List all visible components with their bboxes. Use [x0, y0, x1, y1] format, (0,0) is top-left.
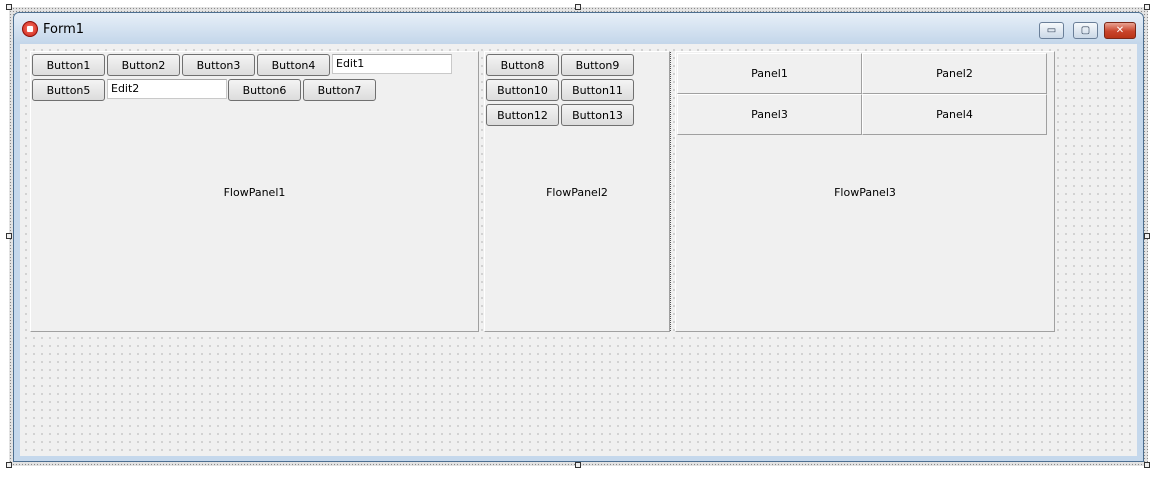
resize-handle-top-right[interactable] — [1144, 4, 1150, 10]
panel-4[interactable]: Panel4 — [862, 94, 1047, 135]
resize-handle-top-left[interactable] — [6, 4, 12, 10]
button-6[interactable]: Button6 — [228, 79, 301, 101]
form-client-area[interactable]: Button1 Button2 Button3 Button4 Edit1 Bu… — [20, 44, 1137, 456]
maximize-button[interactable]: ▢ — [1073, 22, 1098, 39]
edit-1[interactable]: Edit1 — [332, 54, 452, 74]
window-title: Form1 — [43, 22, 85, 37]
flowpanel-3-caption: FlowPanel3 — [834, 186, 896, 199]
app-icon[interactable] — [22, 21, 38, 37]
minimize-button[interactable]: ▭ — [1039, 22, 1064, 39]
flowpanel-1-caption: FlowPanel1 — [223, 186, 286, 199]
button-8[interactable]: Button8 — [486, 54, 559, 76]
flowpanel-2-edge — [670, 52, 671, 331]
button-10[interactable]: Button10 — [486, 79, 559, 101]
panel-2[interactable]: Panel2 — [862, 53, 1047, 94]
button-5[interactable]: Button5 — [32, 79, 105, 101]
button-7[interactable]: Button7 — [303, 79, 376, 101]
button-2[interactable]: Button2 — [107, 54, 180, 76]
minimize-icon: ▭ — [1046, 24, 1057, 36]
resize-handle-bottom-left[interactable] — [6, 462, 12, 468]
button-12[interactable]: Button12 — [486, 104, 559, 126]
resize-handle-bottom-right[interactable] — [1144, 462, 1150, 468]
flowpanel-1[interactable]: Button1 Button2 Button3 Button4 Edit1 Bu… — [30, 51, 479, 332]
title-bar[interactable]: Form1 ▭ ▢ ✕ — [14, 13, 1143, 44]
flowpanel-2-caption: FlowPanel2 — [546, 186, 608, 199]
button-13[interactable]: Button13 — [561, 104, 634, 126]
form-window: Form1 ▭ ▢ ✕ Button1 Button2 Button3 Butt… — [13, 12, 1144, 462]
edit-2[interactable]: Edit2 — [107, 79, 227, 99]
panel-3[interactable]: Panel3 — [677, 94, 862, 135]
resize-handle-left[interactable] — [6, 233, 12, 239]
button-11[interactable]: Button11 — [561, 79, 634, 101]
maximize-icon: ▢ — [1080, 24, 1091, 36]
panel-1[interactable]: Panel1 — [677, 53, 862, 94]
button-1[interactable]: Button1 — [32, 54, 105, 76]
button-9[interactable]: Button9 — [561, 54, 634, 76]
close-icon: ✕ — [1115, 24, 1125, 36]
resize-handle-bottom[interactable] — [575, 462, 581, 468]
resize-handle-top[interactable] — [575, 4, 581, 10]
close-button[interactable]: ✕ — [1104, 22, 1136, 39]
flowpanel-3[interactable]: Panel1 Panel2 Panel3 Panel4 FlowPanel3 — [675, 51, 1055, 332]
button-3[interactable]: Button3 — [182, 54, 255, 76]
flowpanel-2[interactable]: Button8 Button9 Button10 Button11 Button… — [484, 51, 671, 332]
button-4[interactable]: Button4 — [257, 54, 330, 76]
resize-handle-right[interactable] — [1144, 233, 1150, 239]
